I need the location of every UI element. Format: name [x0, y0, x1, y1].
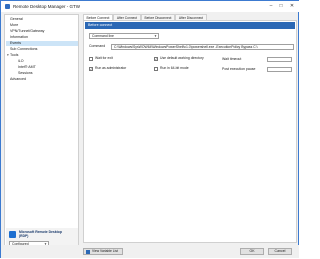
wait-for-exit-label: Wait for exit [95, 56, 113, 60]
use-default-dir-checkbox[interactable]: ✓ [154, 57, 158, 61]
ok-button[interactable]: OK [240, 248, 264, 255]
close-icon[interactable]: ✕ [288, 3, 296, 10]
rdp-icon [9, 231, 16, 238]
command-label: Command [89, 44, 106, 48]
wait-timeout-input[interactable] [267, 57, 292, 62]
footer: View Variable List OK Cancel [1, 245, 299, 258]
use-default-dir-label: Use default working directory [160, 56, 204, 60]
sidebar-item-general[interactable]: General [10, 17, 23, 22]
sidebar-item-vpn[interactable]: VPN/Tunnel/Gateway [10, 29, 44, 34]
app-icon [5, 4, 10, 9]
window-title: Remote Desktop Manager - GTW [13, 4, 81, 9]
variable-list-icon [86, 250, 90, 254]
cancel-button[interactable]: Cancel [268, 248, 292, 255]
sidebar-item-ilo[interactable]: iLO [18, 59, 24, 64]
sidebar-item-sub-connections[interactable]: Sub Connections [10, 47, 37, 52]
chevron-down-icon: ▼ [154, 34, 157, 38]
post-execution-pause-input[interactable] [267, 67, 292, 72]
sidebar-item-information[interactable]: Information [10, 35, 28, 40]
sidebar-item-events[interactable]: Events [6, 41, 78, 46]
run-in-64bit-label: Run in 64-bit mode [160, 66, 189, 70]
sidebar-item-intel-amt[interactable]: Intel® AMT [18, 65, 36, 70]
window: Remote Desktop Manager - GTW – □ ✕ Gener… [0, 0, 299, 258]
sidebar-item-tools[interactable]: Tools [10, 53, 18, 58]
wait-timeout-label: Wait timeout [222, 57, 242, 61]
minimize-icon[interactable]: – [267, 3, 275, 10]
sidebar-item-sessions[interactable]: Sessions [18, 71, 33, 76]
view-variable-list-button[interactable]: View Variable List [83, 248, 123, 255]
sidebar-item-advanced[interactable]: Advanced [10, 77, 26, 82]
wait-for-exit-checkbox[interactable] [89, 57, 93, 61]
run-in-64bit-checkbox[interactable] [154, 67, 158, 71]
section-header: Before connect [85, 22, 295, 29]
run-as-admin-label: Run as administrator [95, 66, 127, 70]
events-content: Before connect Command line ▼ Command C:… [83, 20, 297, 243]
sidebar-item-more[interactable]: More [10, 23, 18, 28]
sidebar: General More VPN/Tunnel/Gateway Informat… [4, 14, 79, 251]
run-as-admin-checkbox[interactable]: ✓ [89, 67, 93, 71]
event-type-select[interactable]: Command line ▼ [89, 33, 159, 39]
maximize-icon[interactable]: □ [277, 3, 285, 10]
post-execution-pause-label: Post execution pause [222, 67, 256, 71]
chevron-down-icon[interactable]: ▾ [7, 53, 9, 58]
connection-type-title: Microsoft Remote Desktop (RDP) [19, 230, 62, 238]
title-bar: Remote Desktop Manager - GTW – □ ✕ [1, 1, 299, 12]
command-input[interactable]: C:\Windows\SysWOW64\WindowsPowerShell\v1… [111, 44, 294, 50]
